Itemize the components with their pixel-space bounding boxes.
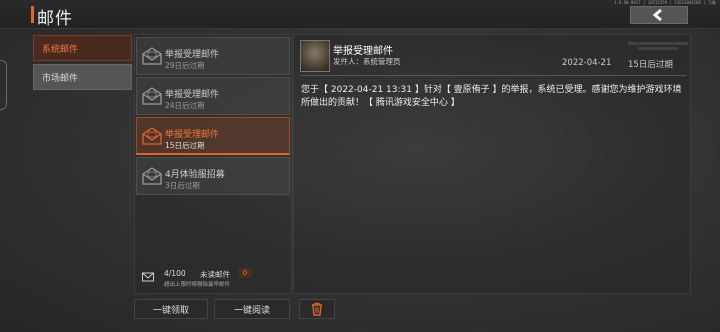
mail-count: 4/100 — [164, 269, 186, 278]
chevron-left-icon — [652, 9, 662, 21]
mail-title: 4月体验服招募 — [165, 170, 225, 180]
mail-footer: 4/100 未读邮件 0 超出上限时将删除最早邮件 — [136, 266, 290, 290]
mail-list-item[interactable]: 举报受理邮件 24日后过期 — [136, 77, 290, 115]
side-decoration — [0, 60, 7, 110]
mail-title: 举报受理邮件 — [165, 90, 220, 100]
back-button[interactable] — [630, 6, 688, 24]
detail-body: 您于【 2022-04-21 13:31 】针对【 壹原侑子 】的举报，系统已受… — [301, 85, 682, 108]
detail-date: 2022-04-21 — [562, 58, 612, 68]
delete-button[interactable] — [299, 299, 335, 319]
mail-expire: 24日后过期 — [165, 101, 205, 110]
mail-list-item-selected[interactable]: 举报受理邮件 15日后过期 — [136, 117, 290, 155]
trash-icon — [312, 302, 322, 316]
envelope-icon — [142, 47, 162, 65]
detail-sender: 发件人：系统管理员 — [333, 57, 401, 66]
envelope-icon — [142, 87, 162, 105]
mail-expire: 3日后过期 — [165, 181, 200, 190]
detail-divider — [300, 75, 686, 76]
watermark-icon — [628, 42, 688, 50]
read-all-button[interactable]: 一键阅读 — [214, 299, 290, 319]
sender-avatar — [300, 40, 330, 72]
title-accent-bar — [31, 6, 34, 23]
envelope-icon — [142, 167, 162, 185]
footer-note: 超出上限时将删除最早邮件 — [164, 282, 231, 288]
page-title: 邮件 — [37, 9, 73, 29]
envelope-icon — [142, 272, 154, 282]
mail-expire: 29日后过期 — [165, 61, 205, 70]
envelope-icon — [142, 127, 162, 145]
mail-title: 举报受理邮件 — [165, 130, 220, 140]
mail-expire: 15日后过期 — [165, 141, 205, 150]
mail-list-item[interactable]: 举报受理邮件 29日后过期 — [136, 37, 290, 75]
unread-label: 未读邮件 — [200, 270, 230, 279]
tab-market-mail[interactable]: 市场邮件 — [33, 64, 132, 90]
mail-detail-panel — [293, 34, 691, 294]
title-bar: 邮件 1.0.90.9017 | 10515259 | 11653064288 … — [0, 0, 720, 29]
mail-list-item[interactable]: 4月体验服招募 3日后过期 — [136, 157, 290, 195]
unread-badge: 0 — [238, 268, 252, 278]
detail-title: 举报受理邮件 — [333, 46, 393, 57]
detail-expire: 15日后过期 — [628, 60, 673, 70]
mail-title: 举报受理邮件 — [165, 50, 220, 60]
tab-system-mail[interactable]: 系统邮件 — [33, 35, 132, 61]
claim-all-button[interactable]: 一键领取 — [134, 299, 208, 319]
